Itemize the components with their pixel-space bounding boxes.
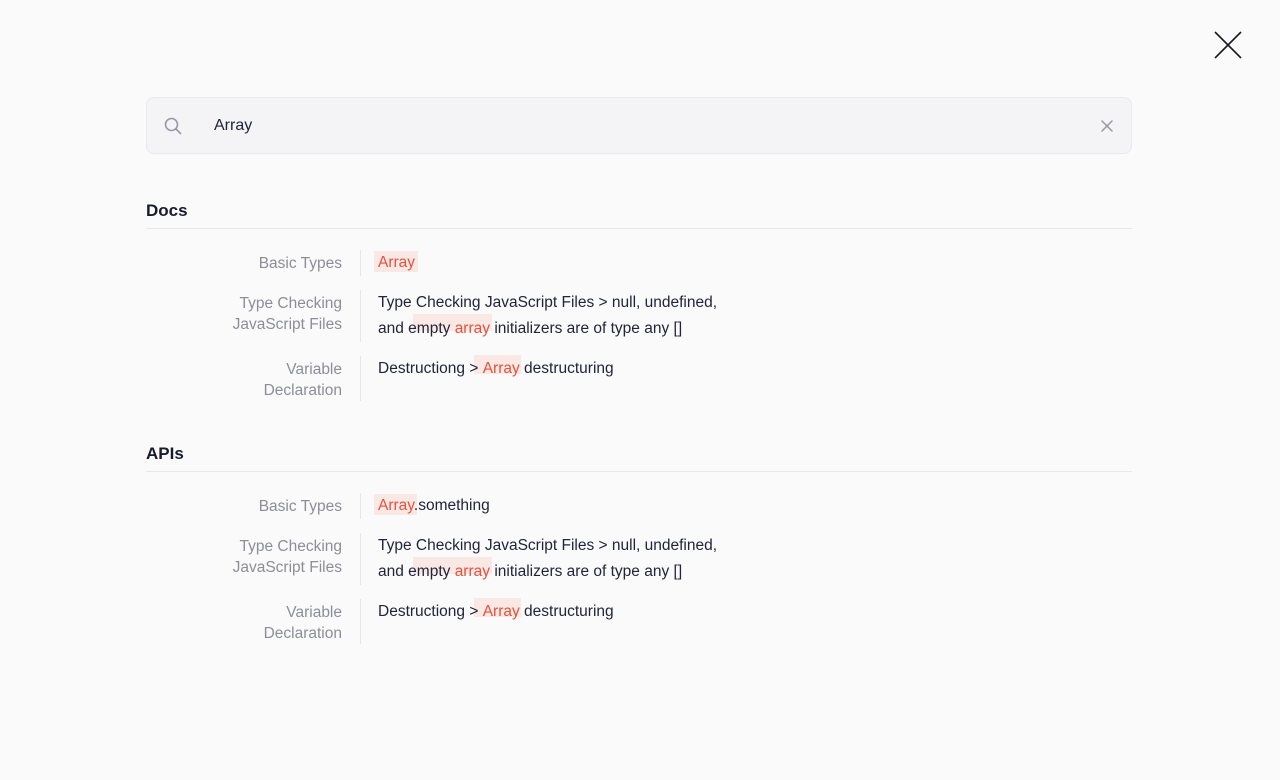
section-title: APIs <box>146 445 1132 472</box>
clear-search-button[interactable] <box>1099 118 1115 134</box>
highlighted-term: array <box>455 320 490 337</box>
search-result-row[interactable]: Type Checking JavaScript Files Type Check… <box>146 533 1132 585</box>
highlighted-term: Array <box>483 603 520 620</box>
result-snippet: Type Checking JavaScript Files > null, u… <box>378 290 717 342</box>
highlighted-term: Array <box>378 497 414 514</box>
result-divider <box>360 356 361 401</box>
close-x-icon <box>1210 27 1246 63</box>
results-section: APIsBasic TypesArray.somethingType Check… <box>146 445 1132 644</box>
search-result-row[interactable]: Type Checking JavaScript Files Type Check… <box>146 290 1132 342</box>
search-result-row[interactable]: Variable Declaration Destructiong > Array… <box>146 356 1132 401</box>
result-label: Variable Declaration <box>146 356 342 401</box>
search-panel: Docs Basic Types Array Type Checking JavaSc… <box>146 97 1132 658</box>
result-label: Type Checking JavaScript Files <box>146 533 342 585</box>
search-icon <box>163 116 183 136</box>
results-section: Docs Basic Types Array Type Checking JavaSc… <box>146 202 1132 401</box>
search-bar <box>146 97 1132 154</box>
clear-x-icon <box>1099 118 1115 134</box>
snippet-text: destructuring <box>520 603 614 620</box>
snippet-text: initializers are of type any [] <box>490 563 682 580</box>
highlighted-term: Array <box>483 360 520 377</box>
result-label: Type Checking JavaScript Files <box>146 290 342 342</box>
search-result-row[interactable]: Basic Types Array.something <box>146 493 1132 519</box>
result-divider <box>360 599 361 644</box>
section-title: Docs <box>146 202 1132 229</box>
search-overlay: { "overlay": { "close_icon": "close-x-ic… <box>0 0 1280 780</box>
snippet-text: Type Checking JavaScript Files > null, u… <box>378 537 717 554</box>
result-snippet: Array.something <box>378 493 490 519</box>
result-snippet: Destructiong > Array destructuring <box>378 599 614 644</box>
result-label-text: Basic Types <box>259 253 342 274</box>
search-input[interactable] <box>214 117 1099 135</box>
result-label-text: Variable Declaration <box>220 359 342 401</box>
highlighted-term: array <box>455 563 490 580</box>
close-overlay-button[interactable] <box>1209 26 1247 64</box>
result-divider <box>360 250 361 276</box>
result-label: Basic Types <box>146 493 342 519</box>
result-label-text: Basic Types <box>259 496 342 517</box>
snippet-text: .something <box>414 497 490 514</box>
result-snippet: Type Checking JavaScript Files > null, u… <box>378 533 717 585</box>
result-divider <box>360 533 361 585</box>
snippet-text: initializers are of type any [] <box>490 320 682 337</box>
snippet-text: destructuring <box>520 360 614 377</box>
section-rows: Basic Types Array Type Checking JavaScript… <box>146 229 1132 401</box>
result-label: Variable Declaration <box>146 599 342 644</box>
snippet-text: and empty <box>378 563 455 580</box>
search-result-row[interactable]: Variable Declaration Destructiong > Array… <box>146 599 1132 644</box>
snippet-text: Destructiong > <box>378 360 483 377</box>
result-divider <box>360 493 361 519</box>
snippet-text: and empty <box>378 320 455 337</box>
highlighted-term: Array <box>378 254 415 271</box>
section-rows: Basic TypesArray.somethingType Checking … <box>146 472 1132 644</box>
search-result-row[interactable]: Basic Types Array <box>146 250 1132 276</box>
snippet-text: Type Checking JavaScript Files > null, u… <box>378 294 717 311</box>
result-snippet: Array <box>378 250 415 276</box>
result-label-text: Type Checking JavaScript Files <box>220 293 342 335</box>
result-snippet: Destructiong > Array destructuring <box>378 356 614 401</box>
results-area: Docs Basic Types Array Type Checking JavaSc… <box>146 202 1132 644</box>
result-divider <box>360 290 361 342</box>
result-label: Basic Types <box>146 250 342 276</box>
snippet-text: Destructiong > <box>378 603 483 620</box>
result-label-text: Variable Declaration <box>220 602 342 644</box>
result-label-text: Type Checking JavaScript Files <box>220 536 342 578</box>
